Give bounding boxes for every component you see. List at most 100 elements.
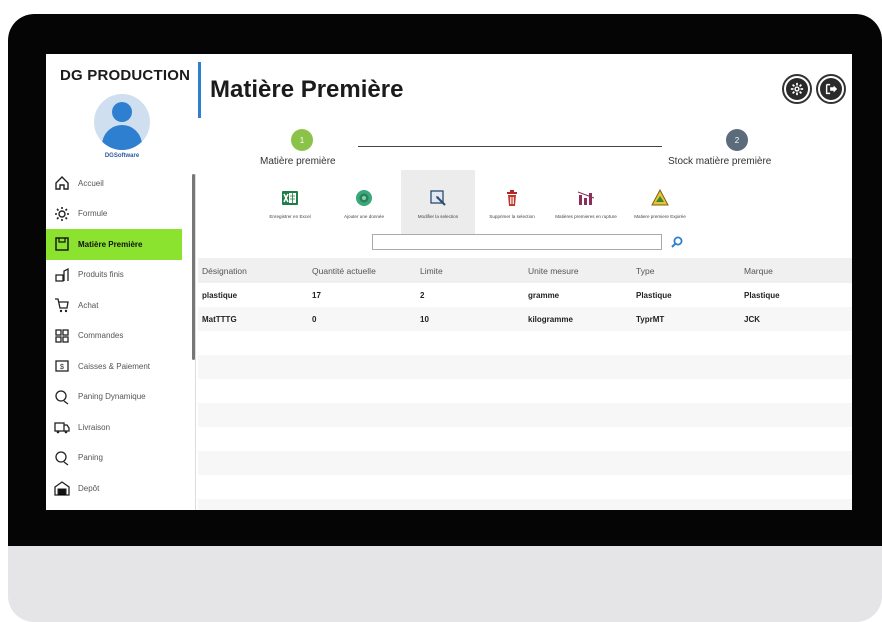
sidebar-item-label: Matière Première [78,239,143,249]
table-cell: 2 [420,290,425,300]
gear-icon [786,78,808,100]
sidebar-item-label: Paning Dynamique [78,392,146,402]
home-icon [54,175,70,191]
stock-out-button[interactable]: Matières premieres en rupture [549,170,623,236]
table-cell: TyprMT [636,314,665,324]
sidebar-item-produits-finis[interactable]: Produits finis [46,260,196,291]
sidebar-item-paning[interactable]: Paning [46,443,196,474]
empty-row [198,403,852,427]
empty-row [198,355,852,379]
add-icon [354,188,374,208]
sidebar-item-accueil[interactable]: Accueil [46,168,196,199]
column-header[interactable]: Unite mesure [524,266,632,276]
table-cell: Plastique [744,290,780,300]
app-window: DG PRODUCTION DGSoftware Accueil Formule… [46,54,852,510]
sidebar-item-label: Commandes [78,331,124,341]
empty-row [198,499,852,510]
add-data-label: Ajouter une donnée [343,213,385,219]
sidebar-item-label: Formule [78,209,108,219]
sidebar-item-commandes[interactable]: Commandes [46,321,196,352]
column-header[interactable]: Désignation [198,266,308,276]
page-title: Matière Première [210,76,404,103]
empty-row [198,331,852,355]
cart-icon [54,297,70,313]
table-cell: Plastique [636,290,672,300]
export-excel-label: Enregistrer en Excel [269,213,311,219]
sidebar-item-label: Accueil [78,178,104,188]
trash-icon [502,188,522,208]
delete-selection-button[interactable]: Supprimer la selection [475,170,549,236]
search-icon[interactable] [670,235,684,249]
empty-row [198,427,852,451]
step-1-circle[interactable]: 1 [291,129,313,151]
delete-selection-label: Supprimer la selection [489,213,535,219]
expired-material-label: Matiere premiere Expirée [634,213,686,219]
brand-title: DG PRODUCTION [60,67,191,84]
company-name: DGSoftware [104,153,140,159]
table-cell: 10 [420,314,429,324]
sidebar-item-label: Achat [78,300,99,310]
delivery-icon [54,419,70,435]
raw-material-icon [54,236,70,252]
sidebar-item-caisses[interactable]: $ Caisses & Paiement [46,351,196,382]
svg-text:$: $ [60,364,64,371]
sidebar-item-formule[interactable]: Formule [46,199,196,230]
sidebar-item-matiere-premiere[interactable]: Matière Première [46,229,182,260]
add-data-button[interactable]: Ajouter une donnée [327,170,401,236]
stepper-line [358,146,662,147]
column-header[interactable]: Quantité actuelle [308,266,416,276]
empty-row [198,475,852,499]
warning-icon [650,188,670,208]
sidebar-item-label: Produits finis [78,270,124,280]
column-header[interactable]: Limite [416,266,524,276]
cash-register-icon: $ [54,358,70,374]
warehouse-icon [54,480,70,496]
sidebar-item-livraison[interactable]: Livraison [46,412,196,443]
product-icon [54,267,70,283]
sidebar-item-achat[interactable]: Achat [46,290,196,321]
stock-out-icon [576,188,596,208]
logout-icon [820,78,842,100]
settings-button[interactable] [782,74,812,104]
expired-material-button[interactable]: Matiere premiere Expirée [623,170,697,236]
toolbar: Enregistrer en Excel Ajouter une donnée … [253,170,845,236]
excel-icon [280,188,300,208]
search-input[interactable] [372,234,662,250]
orders-icon [54,328,70,344]
sidebar-item-label: Depôt [78,483,100,493]
empty-row [198,451,852,475]
table-cell: 0 [312,314,317,324]
sidebar: Accueil Formule Matière Première Produit… [46,168,196,504]
edit-selection-button[interactable]: Modifier la selection [401,170,475,236]
device-frame: DG PRODUCTION DGSoftware Accueil Formule… [8,14,882,622]
column-header[interactable]: Marque [740,266,852,276]
sidebar-divider [195,174,196,510]
table-cell: kilogramme [528,314,573,324]
table-cell: 17 [312,290,321,300]
edit-selection-label: Modifier la selection [417,213,459,219]
table-cell: JCK [744,314,761,324]
table-cell: gramme [528,290,560,300]
table-cell: MatTTTG [202,314,237,324]
title-accent-bar [198,62,201,118]
materials-table: Désignation Quantité actuelle Limite Uni… [198,258,852,510]
planning-icon [54,389,70,405]
logout-button[interactable] [816,74,846,104]
empty-row [198,379,852,403]
sidebar-scrollbar[interactable] [192,174,195,360]
sidebar-item-paning-dynamique[interactable]: Paning Dynamique [46,382,196,413]
column-header[interactable]: Type [632,266,740,276]
sidebar-item-label: Livraison [78,422,111,432]
table-row[interactable]: MatTTTG 0 10 kilogramme TyprMT JCK [198,307,852,331]
step-1-label: Matière première [260,156,336,167]
sidebar-item-depot[interactable]: Depôt [46,473,196,504]
gear-icon [54,206,70,222]
planning-icon [54,450,70,466]
sidebar-item-label: Paning [78,453,103,463]
stock-out-label: Matières premieres en rupture [555,213,617,219]
step-2-circle[interactable]: 2 [726,129,748,151]
avatar[interactable] [94,94,150,150]
table-row[interactable]: plastique 17 2 gramme Plastique Plastiqu… [198,283,852,307]
table-cell: plastique [202,290,238,300]
export-excel-button[interactable]: Enregistrer en Excel [253,170,327,236]
